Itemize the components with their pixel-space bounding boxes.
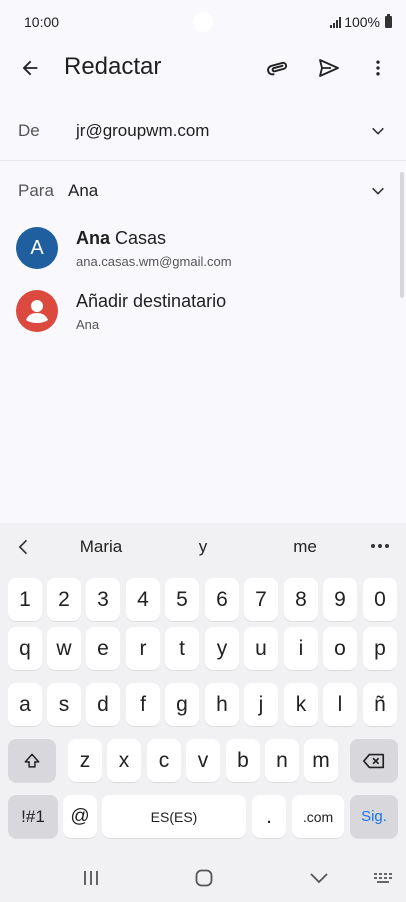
attach-button[interactable] (262, 52, 294, 84)
recent-apps-button[interactable] (76, 865, 106, 891)
suggestion-name: Ana Casas (76, 228, 166, 249)
battery-icon (385, 14, 392, 28)
key-m[interactable]: m (304, 739, 338, 782)
key-8[interactable]: 8 (284, 578, 318, 621)
contact-suggestion[interactable]: A Ana Casas ana.casas.wm@gmail.com (0, 218, 390, 278)
arrow-back-icon (22, 60, 38, 76)
at-key[interactable]: @ (63, 795, 97, 838)
status-bar: 10:00 100% (0, 0, 406, 44)
from-label: De (18, 121, 40, 140)
hide-keyboard-button[interactable] (304, 865, 334, 891)
key-3[interactable]: 3 (86, 578, 120, 621)
key-f[interactable]: f (126, 683, 160, 726)
to-row[interactable]: Para Ana (0, 160, 406, 220)
signal-icon (330, 16, 342, 28)
key-t[interactable]: t (165, 627, 199, 670)
from-value: jr@groupwm.com (76, 121, 210, 140)
key-w[interactable]: w (47, 627, 81, 670)
key-7[interactable]: 7 (244, 578, 278, 621)
suggestion-name: Añadir destinatario (76, 291, 227, 311)
space-key[interactable]: ES(ES) (102, 795, 246, 838)
key-j[interactable]: j (244, 683, 278, 726)
chevron-down-icon[interactable] (370, 183, 386, 199)
more-horiz-icon[interactable] (370, 543, 390, 549)
key-c[interactable]: c (147, 739, 181, 782)
key-n[interactable]: n (265, 739, 299, 782)
paperclip-icon (267, 61, 288, 76)
key-b[interactable]: b (226, 739, 260, 782)
key-q[interactable]: q (8, 627, 42, 670)
suggestion-email: ana.casas.wm@gmail.com (76, 254, 232, 269)
next-key[interactable]: Sig. (350, 795, 398, 838)
prediction-3[interactable]: me (268, 537, 342, 557)
key-x[interactable]: x (107, 739, 141, 782)
avatar: A (16, 227, 58, 269)
key-h[interactable]: h (205, 683, 239, 726)
key-0[interactable]: 0 (363, 578, 397, 621)
shift-icon (24, 753, 40, 768)
page-title: Redactar (64, 53, 162, 80)
to-input[interactable]: Ana (68, 181, 98, 201)
prediction-1[interactable]: Maria (64, 537, 138, 557)
front-camera (193, 12, 213, 32)
backspace-icon (363, 753, 385, 768)
key-2[interactable]: 2 (47, 578, 81, 621)
key-6[interactable]: 6 (205, 578, 239, 621)
keyboard-switch-button[interactable] (368, 865, 398, 891)
home-icon (195, 869, 213, 887)
key-v[interactable]: v (186, 739, 220, 782)
prediction-bar: Maria y me (0, 523, 406, 571)
key-l[interactable]: l (323, 683, 357, 726)
suggestion-sub: Ana (76, 317, 100, 332)
key-4[interactable]: 4 (126, 578, 160, 621)
send-button[interactable] (313, 52, 345, 84)
key-9[interactable]: 9 (323, 578, 357, 621)
symbols-key[interactable]: !#1 (8, 795, 58, 838)
keyboard: Maria y me 1 2 3 4 5 6 7 8 9 0 q w e r t… (0, 523, 406, 902)
key-g[interactable]: g (165, 683, 199, 726)
key-a[interactable]: a (8, 683, 42, 726)
key-r[interactable]: r (126, 627, 160, 670)
keyboard-icon (374, 873, 392, 883)
scrollbar[interactable] (400, 172, 404, 298)
more-options-button[interactable] (362, 52, 394, 84)
to-label: Para (18, 181, 54, 200)
prediction-2[interactable]: y (166, 537, 240, 557)
status-time: 10:00 (24, 14, 60, 30)
key-k[interactable]: k (284, 683, 318, 726)
back-button[interactable] (14, 52, 46, 84)
key-i[interactable]: i (284, 627, 318, 670)
chevron-left-icon[interactable] (14, 537, 34, 557)
add-recipient-suggestion[interactable]: Añadir destinatario Ana (0, 281, 390, 341)
key-s[interactable]: s (47, 683, 81, 726)
shift-key[interactable] (8, 739, 56, 782)
app-bar: Redactar (0, 44, 406, 90)
recents-icon (84, 871, 98, 885)
key-d[interactable]: d (86, 683, 120, 726)
key-e[interactable]: e (86, 627, 120, 670)
key-u[interactable]: u (244, 627, 278, 670)
key-y[interactable]: y (205, 627, 239, 670)
backspace-key[interactable] (350, 739, 398, 782)
person-icon (16, 290, 58, 332)
suggestion-name-match: Ana (76, 228, 111, 248)
key-p[interactable]: p (363, 627, 397, 670)
key-z[interactable]: z (68, 739, 102, 782)
key-o[interactable]: o (323, 627, 357, 670)
key-enye[interactable]: ñ (363, 683, 397, 726)
more-vert-icon (376, 60, 380, 76)
battery-percent: 100% (344, 14, 380, 30)
key-5[interactable]: 5 (165, 578, 199, 621)
from-row[interactable]: De jr@groupwm.com (0, 100, 406, 160)
status-icons: 100% (330, 14, 392, 30)
suggestion-name-rest: Casas (110, 228, 167, 248)
key-1[interactable]: 1 (8, 578, 42, 621)
chevron-down-icon[interactable] (370, 123, 386, 139)
navigation-bar (0, 855, 406, 902)
chevron-down-icon (310, 873, 328, 884)
home-button[interactable] (189, 865, 219, 891)
dotcom-key[interactable]: .com (292, 795, 344, 838)
send-icon (319, 59, 339, 77)
period-key[interactable]: . (252, 795, 286, 838)
